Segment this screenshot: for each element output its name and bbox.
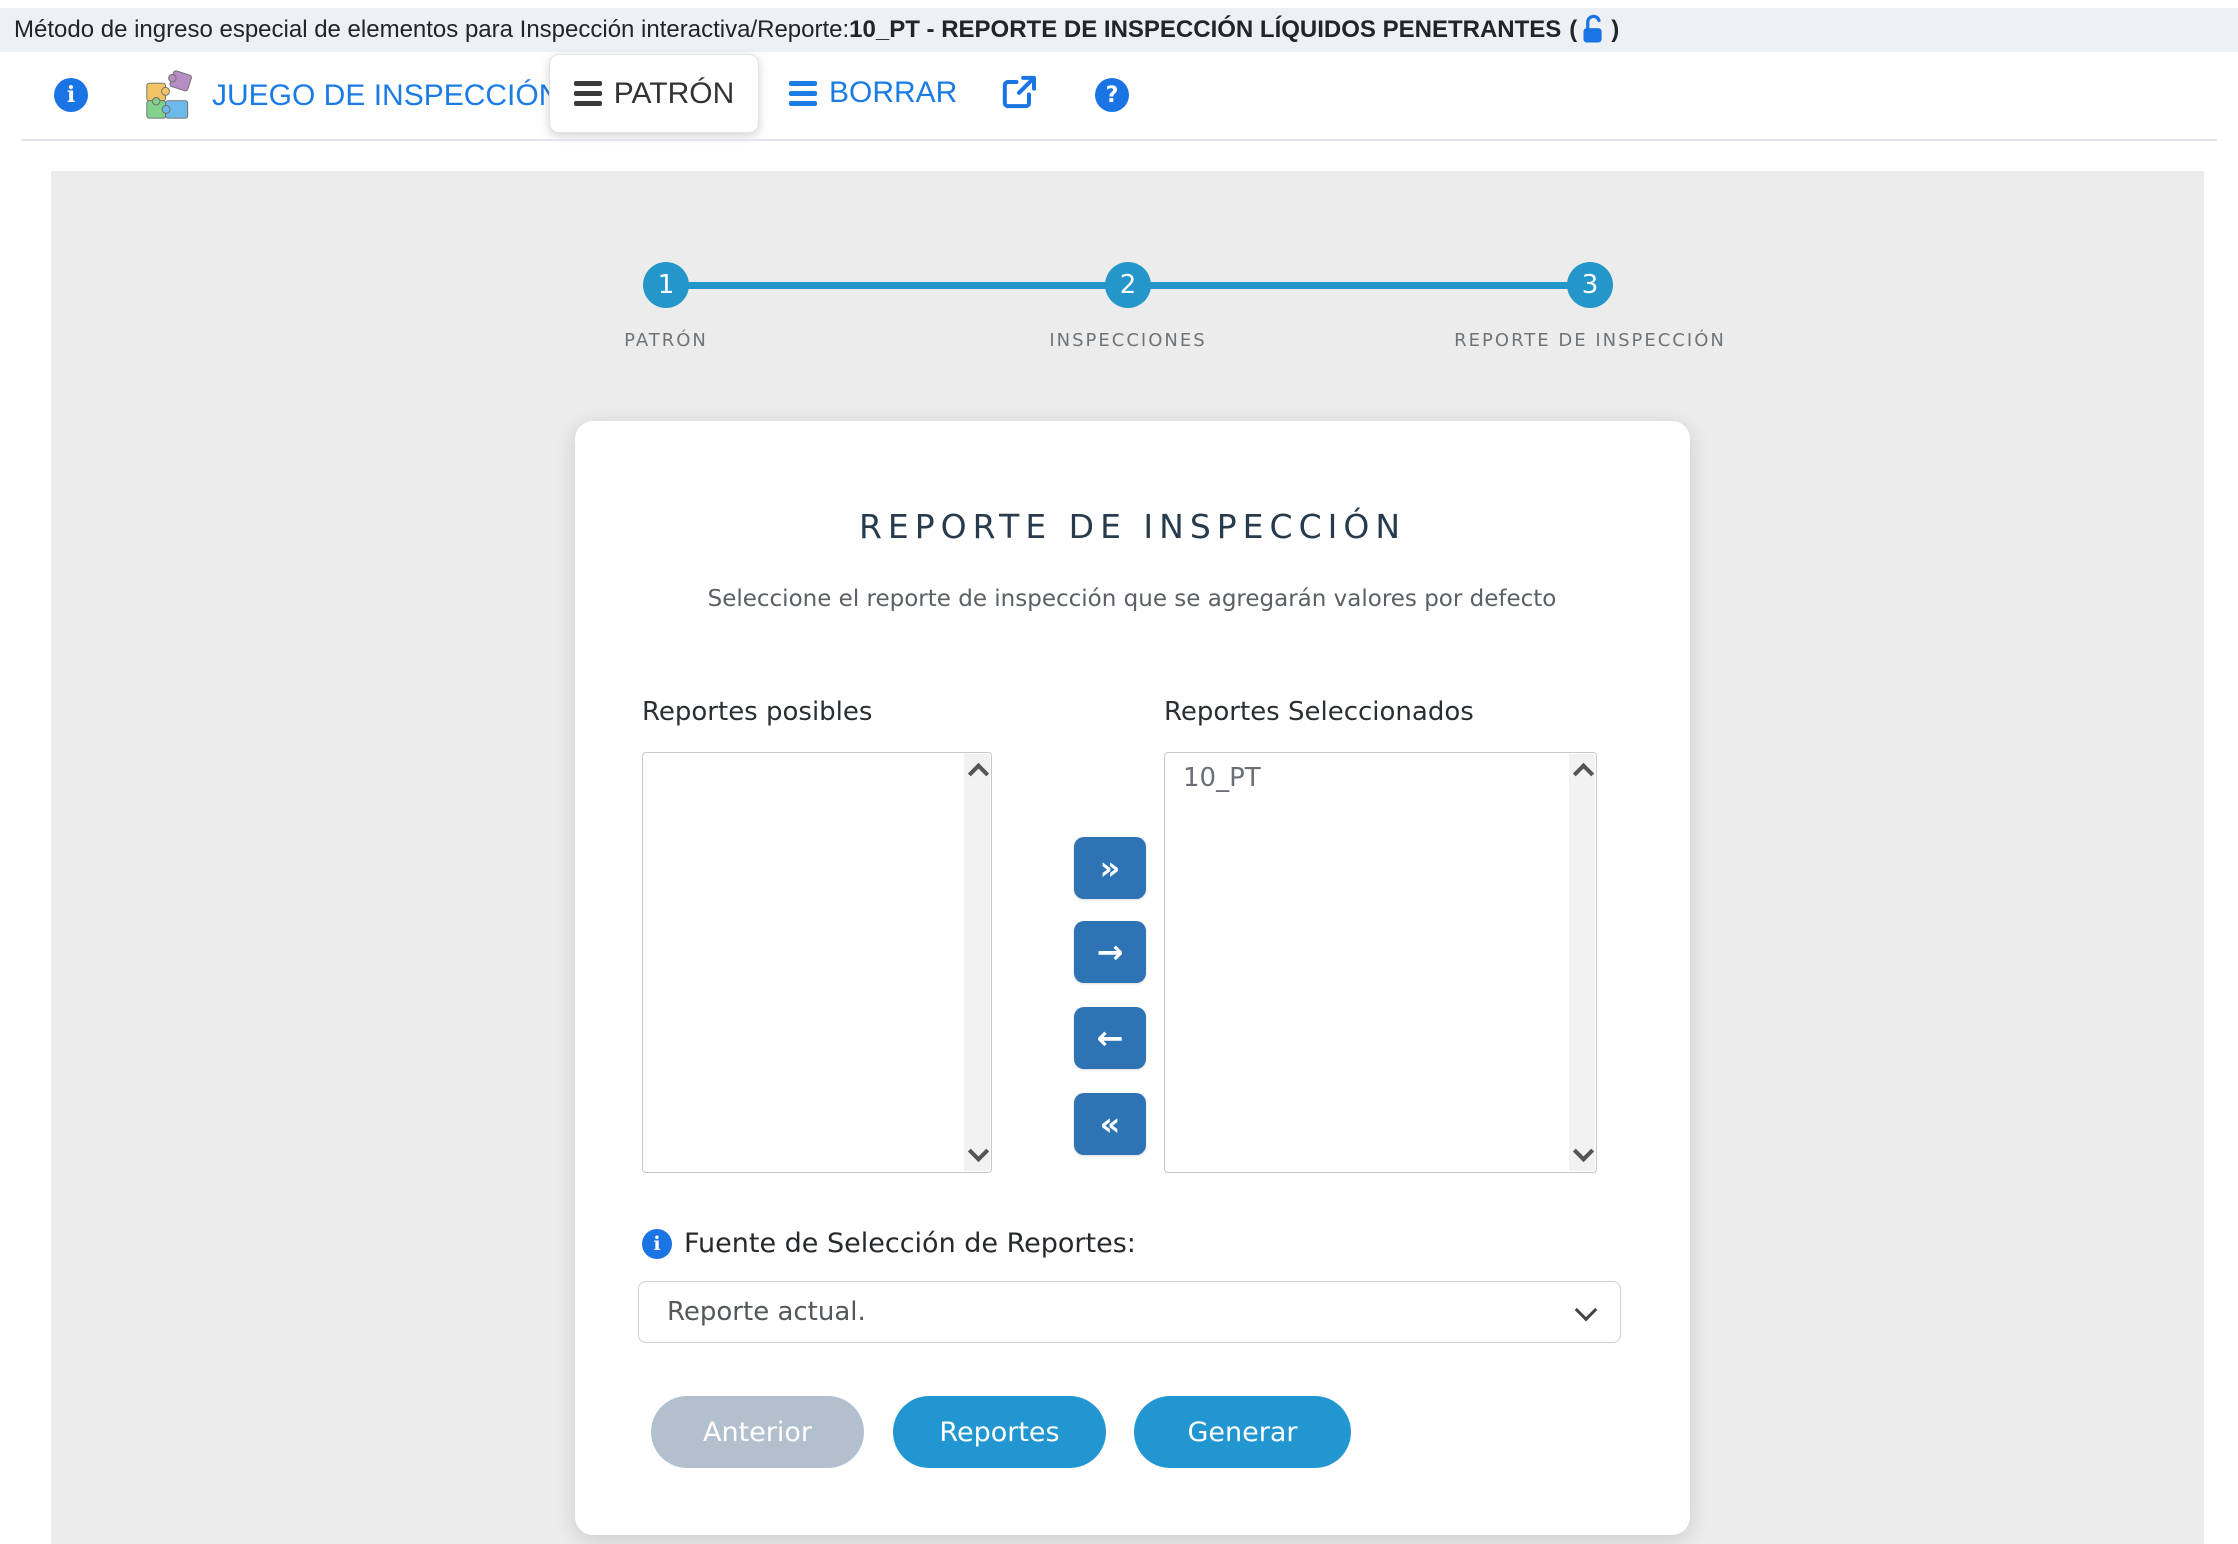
source-label: Fuente de Selección de Reportes: xyxy=(684,1228,1136,1259)
move-left-button[interactable]: ← xyxy=(1074,1007,1146,1069)
title-prefix: Método de ingreso especial de elementos … xyxy=(14,16,849,44)
step-1-label: PATRÓN xyxy=(466,330,866,351)
scroll-up-icon[interactable] xyxy=(1573,763,1594,784)
card-title: REPORTE DE INSPECCIÓN xyxy=(575,507,1690,546)
puzzle-icon xyxy=(140,68,198,124)
available-list-label: Reportes posibles xyxy=(642,697,872,727)
juego-de-inspeccion-label: JUEGO DE INSPECCIÓN xyxy=(212,79,560,113)
select-value: Reporte actual. xyxy=(667,1297,866,1327)
scroll-down-icon[interactable] xyxy=(968,1141,989,1162)
report-card: REPORTE DE INSPECCIÓN Seleccione el repo… xyxy=(575,421,1690,1535)
report-name: 10_PT - REPORTE DE INSPECCIÓN LÍQUIDOS P… xyxy=(849,16,1561,44)
paren-open: ( xyxy=(1569,16,1577,44)
chevron-down-icon xyxy=(1575,1299,1598,1322)
toolbar-divider xyxy=(21,139,2217,141)
selected-list-label: Reportes Seleccionados xyxy=(1164,697,1474,727)
step-2-circle[interactable]: 2 xyxy=(1105,262,1151,308)
step-3-label: REPORTE DE INSPECCIÓN xyxy=(1390,330,1790,351)
info-icon[interactable]: i xyxy=(642,1229,672,1259)
scrollbar[interactable] xyxy=(1569,754,1595,1171)
juego-de-inspeccion-button[interactable]: JUEGO DE INSPECCIÓN xyxy=(140,68,560,124)
card-subtitle: Seleccione el reporte de inspección que … xyxy=(667,584,1597,616)
borrar-label: BORRAR xyxy=(829,76,957,110)
step-3-circle[interactable]: 3 xyxy=(1567,262,1613,308)
move-all-left-button[interactable]: « xyxy=(1074,1093,1146,1155)
hamburger-icon xyxy=(789,81,817,106)
open-external-button[interactable] xyxy=(999,72,1039,117)
step-1-number: 1 xyxy=(658,270,675,300)
move-right-button[interactable]: → xyxy=(1074,921,1146,983)
reportes-button[interactable]: Reportes xyxy=(893,1396,1106,1468)
source-row: i Fuente de Selección de Reportes: xyxy=(642,1228,1136,1259)
list-item[interactable]: 10_PT xyxy=(1165,753,1596,793)
unlock-icon[interactable] xyxy=(1579,14,1609,46)
app-root: Método de ingreso especial de elementos … xyxy=(0,0,2238,1544)
info-icon: i xyxy=(54,78,88,112)
step-1-circle[interactable]: 1 xyxy=(643,262,689,308)
scrollbar[interactable] xyxy=(964,754,990,1171)
toolbar: i xyxy=(0,52,2238,138)
info-button[interactable]: i xyxy=(54,78,88,112)
help-button[interactable]: ? xyxy=(1095,78,1129,112)
anterior-button[interactable]: Anterior xyxy=(651,1396,864,1468)
question-icon: ? xyxy=(1095,78,1129,112)
step-3-number: 3 xyxy=(1582,270,1599,300)
hamburger-icon xyxy=(574,81,602,106)
step-2-label: INSPECCIONES xyxy=(928,330,1328,351)
patron-label: PATRÓN xyxy=(614,77,735,111)
paren-close: ) xyxy=(1611,16,1619,44)
borrar-button[interactable]: BORRAR xyxy=(789,76,957,110)
generar-button[interactable]: Generar xyxy=(1134,1396,1351,1468)
patron-button[interactable]: PATRÓN xyxy=(549,54,759,133)
step-2-number: 2 xyxy=(1120,270,1137,300)
scroll-up-icon[interactable] xyxy=(968,763,989,784)
title-bar: Método de ingreso especial de elementos … xyxy=(0,8,2238,52)
selected-listbox[interactable]: 10_PT xyxy=(1164,752,1597,1173)
scroll-down-icon[interactable] xyxy=(1573,1141,1594,1162)
external-link-icon xyxy=(999,72,1039,117)
report-source-select[interactable]: Reporte actual. xyxy=(638,1281,1621,1343)
move-all-right-button[interactable]: » xyxy=(1074,837,1146,899)
available-listbox[interactable] xyxy=(642,752,992,1173)
